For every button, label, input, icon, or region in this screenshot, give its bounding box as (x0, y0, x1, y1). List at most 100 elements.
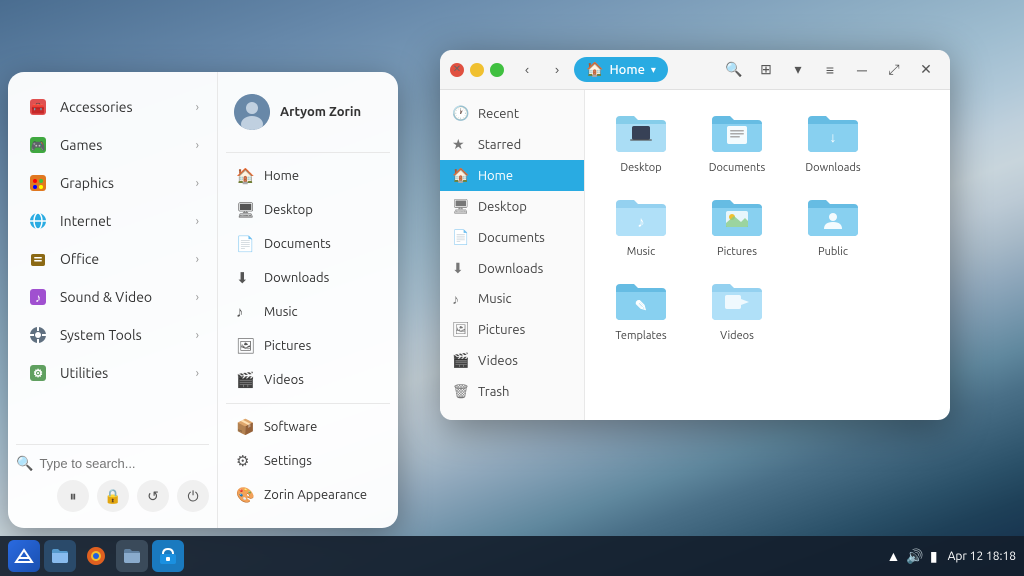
right-label-desktop: Desktop (264, 203, 313, 217)
menu-label-system-tools: System Tools (60, 327, 142, 343)
videos-sidebar-icon: 🎬 (452, 352, 470, 369)
window-close-button[interactable]: ✕ (912, 56, 940, 84)
folder-documents[interactable]: Documents (697, 106, 777, 174)
firefox-button[interactable] (80, 540, 112, 572)
menu-right-panel: Artyom Zorin 🏠 Home 🖥 Desktop 📄 Document… (218, 72, 398, 528)
downloads-sidebar-icon: ⬇ (452, 260, 470, 277)
zorin-menu-button[interactable] (8, 540, 40, 572)
sidebar-item-desktop[interactable]: 🖥 Desktop (440, 191, 584, 222)
battery-icon: ▮ (930, 548, 938, 565)
view-options-button[interactable]: ▾ (784, 56, 812, 84)
right-label-documents: Documents (264, 237, 331, 251)
sound-video-icon: ♪ (26, 285, 50, 309)
right-label-music: Music (264, 305, 298, 319)
arrow-icon: › (196, 253, 199, 266)
menu-item-games[interactable]: 🎮 Games › (16, 126, 209, 164)
utilities-icon: ⚙ (26, 361, 50, 385)
settings-icon: ⚙ (236, 452, 254, 470)
sidebar-label-videos: Videos (478, 354, 518, 368)
divider (226, 152, 390, 153)
right-menu-settings[interactable]: ⚙ Settings (226, 444, 390, 478)
file-manager-taskbar-button[interactable] (116, 540, 148, 572)
folder-documents-label: Documents (709, 162, 766, 174)
right-menu-downloads[interactable]: ⬇ Downloads (226, 261, 390, 295)
folder-desktop[interactable]: Desktop (601, 106, 681, 174)
sidebar-label-trash: Trash (478, 385, 509, 399)
right-menu-software[interactable]: 📦 Software (226, 410, 390, 444)
folder-pictures[interactable]: Pictures (697, 190, 777, 258)
folder-downloads[interactable]: ↓ Downloads (793, 106, 873, 174)
sidebar-item-downloads[interactable]: ⬇ Downloads (440, 253, 584, 284)
menu-item-accessories[interactable]: 🧰 Accessories › (16, 88, 209, 126)
sidebar-label-desktop: Desktop (478, 200, 527, 214)
system-tools-icon (26, 323, 50, 347)
suspend-button[interactable]: ⏸ (57, 480, 89, 512)
back-button[interactable]: ‹ (514, 57, 540, 83)
menu-label-internet: Internet (60, 213, 111, 229)
system-tray-icons: ▲ 🔊 ▮ (887, 548, 938, 565)
right-menu-videos[interactable]: 🎬 Videos (226, 363, 390, 397)
window-restore-button[interactable]: ⤢ (880, 56, 908, 84)
folder-videos[interactable]: Videos (697, 274, 777, 342)
right-menu-documents[interactable]: 📄 Documents (226, 227, 390, 261)
menu-item-sound-video[interactable]: ♪ Sound & Video › (16, 278, 209, 316)
refresh-button[interactable]: ↺ (137, 480, 169, 512)
sidebar-item-trash[interactable]: 🗑 Trash (440, 376, 584, 407)
fm-content: Desktop Documents (585, 90, 950, 420)
folder-music-label: Music (627, 246, 655, 258)
power-button[interactable]: ⏻ (177, 480, 209, 512)
sidebar-label-downloads: Downloads (478, 262, 543, 276)
forward-button[interactable]: › (544, 57, 570, 83)
svg-text:🎮: 🎮 (31, 140, 46, 153)
menu-item-system-tools[interactable]: System Tools › (16, 316, 209, 354)
sidebar-item-starred[interactable]: ★ Starred (440, 129, 584, 160)
folder-templates[interactable]: ✎ Templates (601, 274, 681, 342)
sidebar-item-recent[interactable]: 🕐 Recent (440, 98, 584, 129)
music-sidebar-icon: ♪ (452, 291, 470, 307)
folder-music[interactable]: ♪ Music (601, 190, 681, 258)
files-button[interactable] (44, 540, 76, 572)
sidebar-item-documents[interactable]: 📄 Documents (440, 222, 584, 253)
sidebar-item-videos[interactable]: 🎬 Videos (440, 345, 584, 376)
folder-templates-label: Templates (615, 330, 666, 342)
right-menu-home[interactable]: 🏠 Home (226, 159, 390, 193)
sidebar-item-music[interactable]: ♪ Music (440, 284, 584, 314)
search-button[interactable]: 🔍 (720, 56, 748, 84)
menu-bottom-buttons: ⏸ 🔒 ↺ ⏻ (16, 480, 209, 512)
svg-text:♪: ♪ (637, 213, 645, 230)
search-input[interactable] (39, 456, 215, 471)
right-menu-zorin-appearance[interactable]: 🎨 Zorin Appearance (226, 478, 390, 512)
lock-button[interactable]: 🔒 (97, 480, 129, 512)
folder-pictures-label: Pictures (717, 246, 757, 258)
sidebar-label-documents: Documents (478, 231, 545, 245)
folder-public[interactable]: Public (793, 190, 873, 258)
store-button[interactable] (152, 540, 184, 572)
close-button[interactable]: ✕ (450, 63, 464, 77)
menu-item-office[interactable]: Office › (16, 240, 209, 278)
divider2 (226, 403, 390, 404)
sidebar-label-music: Music (478, 292, 512, 306)
arrow-icon: › (196, 215, 199, 228)
right-menu-desktop[interactable]: 🖥 Desktop (226, 193, 390, 227)
window-minimize-button[interactable]: ─ (848, 56, 876, 84)
music-right-icon: ♪ (236, 303, 254, 321)
user-profile[interactable]: Artyom Zorin (226, 88, 390, 136)
menu-label-graphics: Graphics (60, 175, 114, 191)
location-bar[interactable]: 🏠 Home ▾ (574, 57, 668, 82)
right-menu-pictures[interactable]: 🖼 Pictures (226, 329, 390, 363)
menu-item-internet[interactable]: Internet › (16, 202, 209, 240)
minimize-button[interactable] (470, 63, 484, 77)
maximize-button[interactable] (490, 63, 504, 77)
view-list-button[interactable]: ⊞ (752, 56, 780, 84)
right-label-zorin-appearance: Zorin Appearance (264, 488, 367, 502)
menu-item-graphics[interactable]: Graphics › (16, 164, 209, 202)
taskbar: ▲ 🔊 ▮ Apr 12 18:18 (0, 536, 1024, 576)
pictures-right-icon: 🖼 (236, 337, 254, 355)
folder-videos-label: Videos (720, 330, 754, 342)
menu-item-utilities[interactable]: ⚙ Utilities › (16, 354, 209, 392)
sidebar-item-pictures[interactable]: 🖼 Pictures (440, 314, 584, 345)
sidebar-item-home[interactable]: 🏠 Home (440, 160, 584, 191)
menu-button[interactable]: ≡ (816, 56, 844, 84)
right-menu-music[interactable]: ♪ Music (226, 295, 390, 329)
documents-right-icon: 📄 (236, 235, 254, 253)
